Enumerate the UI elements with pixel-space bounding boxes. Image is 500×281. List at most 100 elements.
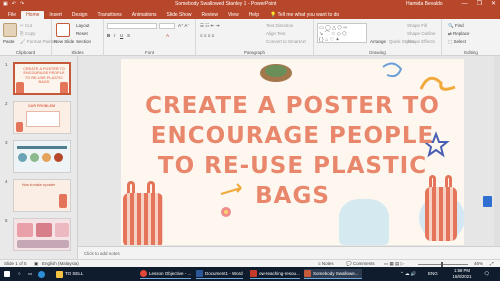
tab-transitions[interactable]: Transitions (93, 11, 127, 19)
replace-button[interactable]: ⇄ Replace (448, 31, 470, 37)
slide-title-line-1[interactable]: CREATE A POSTER TO (121, 95, 464, 118)
slide-title-line-3[interactable]: TO RE-USE PLASTIC (121, 155, 464, 178)
italic-button[interactable]: I (114, 33, 115, 38)
search-icon[interactable]: ○ (18, 269, 21, 279)
font-family-select[interactable] (107, 23, 157, 29)
taskbar-app-word[interactable]: Document1 - Word (196, 269, 243, 279)
shape-outline-button[interactable]: Shape Outline (407, 31, 436, 36)
tell-me-search[interactable]: 💡 Tell me what you want to do (270, 11, 339, 19)
window-title: Somebody Swallowed Stanley 1 - PowerPoin… (175, 1, 277, 7)
smartart-button[interactable]: Convert to SmartArt (266, 39, 306, 44)
font-size-select[interactable] (159, 23, 175, 29)
bullets-button[interactable]: ☰ ☷ ⇤ ⇥ (200, 23, 219, 29)
taskbar-app-label: Document1 - Word (205, 270, 243, 276)
minimize-button[interactable]: — (462, 0, 468, 9)
redo-icon[interactable]: ↷ (20, 1, 24, 7)
text-direction-button[interactable]: Text Direction (266, 23, 293, 28)
tab-view[interactable]: View (223, 11, 244, 19)
task-view-icon[interactable]: ▭ (28, 269, 32, 279)
bookmark-icon[interactable] (483, 196, 492, 207)
arrange-button[interactable]: Arrange (370, 39, 386, 44)
taskbar-app-pdf[interactable]: ow-teaching-resou... (250, 269, 300, 279)
select-button[interactable]: ⬚ Select (448, 39, 466, 45)
thumbnail-5[interactable]: 5 (2, 218, 76, 256)
slide-thumbnail-pane[interactable]: 1 CREATE A POSTER TO ENCOURAGE PEOPLE TO… (0, 56, 78, 259)
fit-slide-icon[interactable]: ⤢ (490, 261, 494, 266)
zoom-slider[interactable] (418, 264, 468, 265)
tab-home[interactable]: Home (21, 11, 45, 19)
paste-button[interactable]: Paste (3, 39, 15, 44)
editing-label: Editing (464, 50, 478, 55)
copy-button[interactable]: ⎘ Copy (20, 31, 35, 36)
user-name[interactable]: Hamida Bevaldo (406, 1, 443, 7)
save-icon[interactable]: ▣ (3, 1, 8, 7)
slide-title-line-2[interactable]: ENCOURAGE PEOPLE (121, 125, 464, 148)
notes-toggle-label: Notes (321, 261, 334, 266)
taskbar-app-chrome[interactable]: Lesson Objective - ... (140, 269, 192, 279)
slide-editing-area[interactable]: CREATE A POSTER TO ENCOURAGE PEOPLE TO R… (78, 56, 500, 246)
align-buttons[interactable]: ≡ ≡ ≡ ≡ (200, 33, 214, 38)
clipboard-group: Paste ✂ Cut ⎘ Copy 🖌 Format Painter Clip… (0, 19, 57, 56)
editing-group: 🔍 Find ⇄ Replace ⬚ Select Editing (442, 19, 500, 56)
taskbar-app-to-sell[interactable]: TO SELL (56, 269, 83, 279)
clipboard-label: Clipboard (15, 50, 36, 55)
language-indicator[interactable]: English (Malaysia) (42, 261, 79, 266)
drawing-label: Drawing (369, 50, 386, 55)
status-bar: Slide 1 of 5 ▣ English (Malaysia) ≡ Note… (0, 259, 500, 267)
thumbnail-3[interactable]: 3 (2, 140, 76, 178)
underline-button[interactable]: U (120, 33, 123, 38)
section-button[interactable]: Section (76, 39, 91, 44)
start-button[interactable] (4, 269, 12, 279)
shapes-gallery[interactable]: ▭ ◯ △ ⬠ ⇨ ↘ ⌒ ☆ ◇ ⬡{ } ⌂ ♡ ✦ (317, 23, 367, 43)
cut-button[interactable]: ✂ Cut (20, 23, 32, 29)
shape-effects-button[interactable]: Shape Effects (407, 39, 435, 44)
notes-pane[interactable]: Click to add notes (78, 246, 500, 259)
find-label: Find (454, 23, 464, 28)
shape-fill-button[interactable]: Shape Fill (407, 23, 427, 28)
font-size-buttons[interactable]: A⁺ A⁻ (178, 23, 190, 29)
align-text-button[interactable]: Align Text (266, 31, 285, 36)
replace-label: Replace (453, 31, 470, 36)
layout-button[interactable]: Layout (76, 23, 90, 28)
vertical-scrollbar[interactable] (494, 56, 500, 246)
new-slide-icon[interactable] (56, 23, 70, 37)
comments-toggle-label: Comments (352, 261, 375, 266)
clock[interactable]: 1:58 PM 16/8/2021 (446, 268, 478, 279)
tab-insert[interactable]: Insert (44, 11, 67, 19)
thumbnail-title: OUR PROBLEM (28, 104, 55, 108)
thumbnail-4[interactable]: 4 How to make a poster (2, 179, 76, 217)
paste-icon[interactable] (3, 23, 17, 37)
restore-button[interactable]: ❐ (477, 0, 482, 9)
clear-plastic-bag-icon (339, 199, 389, 245)
taskbar-app-label: ow-teaching-resou... (259, 270, 300, 276)
bold-button[interactable]: B (107, 33, 110, 38)
undo-icon[interactable]: ↶ (12, 1, 16, 7)
tab-review[interactable]: Review (197, 11, 223, 19)
thumbnail-2[interactable]: 2 OUR PROBLEM (2, 101, 76, 139)
tab-file[interactable]: File (3, 11, 21, 19)
input-language[interactable]: ENG (428, 269, 438, 279)
reset-button[interactable]: Reset (76, 31, 88, 36)
notifications-icon[interactable]: 🗨 (484, 269, 490, 279)
new-slide-button[interactable]: New Slide (54, 39, 74, 44)
tell-me-label: Tell me what you want to do (277, 12, 340, 18)
tab-help[interactable]: Help (244, 11, 264, 19)
clock-date: 16/8/2021 (452, 273, 472, 279)
find-button[interactable]: 🔍 Find (448, 23, 464, 29)
tab-animations[interactable]: Animations (127, 11, 162, 19)
taskbar-app-powerpoint[interactable]: Somebody Swallowe... (304, 269, 362, 279)
tab-slide-show[interactable]: Slide Show (162, 11, 197, 19)
thumbnail-1[interactable]: 1 CREATE A POSTER TO ENCOURAGE PEOPLE TO… (2, 62, 76, 100)
thumbnail-number: 5 (5, 218, 8, 223)
zoom-level[interactable]: 46% (474, 261, 483, 266)
system-tray-icons[interactable]: ⌃ ☁ 🔊 (400, 269, 416, 279)
notes-toggle[interactable]: ≡ Notes (318, 261, 334, 266)
current-slide[interactable]: CREATE A POSTER TO ENCOURAGE PEOPLE TO R… (121, 59, 464, 245)
tab-design[interactable]: Design (67, 11, 93, 19)
close-button[interactable]: ✕ (491, 0, 496, 9)
strike-button[interactable]: S (127, 33, 130, 38)
taskbar-app-label: Lesson Objective - ... (149, 270, 192, 276)
edge-icon[interactable] (38, 269, 47, 279)
font-color-button[interactable]: A (166, 33, 169, 38)
thumbnail-number: 4 (5, 179, 8, 184)
